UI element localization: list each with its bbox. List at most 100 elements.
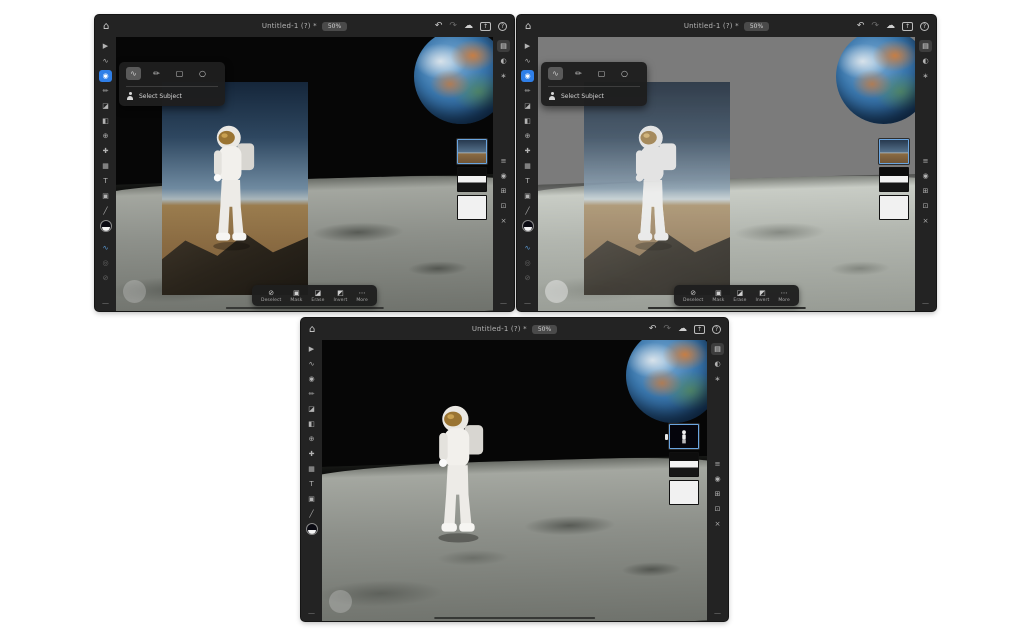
effects-icon[interactable]: ∗ [497,70,510,82]
layer-thumb-mask[interactable] [879,167,909,192]
tool-mode-2-icon[interactable]: ◎ [99,257,112,269]
layer-thumb-cutout[interactable] [669,424,699,449]
share-icon[interactable]: ↑ [480,22,491,31]
brush-tool[interactable]: ✏ [521,85,534,97]
undo-icon[interactable]: ↶ [857,22,865,31]
fill-tool[interactable]: ◧ [305,418,318,430]
healing-tool[interactable]: ✚ [521,145,534,157]
home-icon[interactable]: ⌂ [309,325,315,334]
tool-mode-3-icon[interactable]: ⊘ [521,272,534,284]
cloud-sync-icon[interactable]: ☁ [886,22,895,31]
redo-icon[interactable]: ↷ [663,325,671,334]
rail-handle[interactable]: — [308,609,315,617]
adjustments-icon[interactable]: ◐ [497,55,510,67]
place-image-tool[interactable]: ▣ [305,493,318,505]
visibility-icon[interactable]: ◉ [919,170,932,182]
select-subject-button[interactable]: Select Subject [548,86,640,100]
add-layer-icon[interactable]: ⊞ [711,488,724,500]
share-icon[interactable]: ↑ [694,325,705,334]
type-tool[interactable]: T [305,478,318,490]
canvas[interactable] [322,340,707,621]
more-button[interactable]: ⋯ More [778,289,790,303]
move-tool[interactable]: ▶ [521,40,534,52]
selection-mode-icon[interactable]: ∿ [521,242,534,254]
zoom-badge[interactable]: 50% [744,22,769,31]
layer-thumb-mask[interactable] [669,452,699,477]
layer-thumb-photo[interactable] [879,139,909,164]
layers-panel-icon[interactable]: ▤ [711,343,724,355]
group-layers-icon[interactable]: ⊡ [497,200,510,212]
astronaut-photo-layer[interactable] [162,82,308,295]
deselect-button[interactable]: ⊘ Deselect [683,289,703,303]
touch-shortcut[interactable] [123,280,146,303]
cloud-sync-icon[interactable]: ☁ [464,22,473,31]
eyedropper-tool[interactable]: ╱ [99,205,112,217]
help-icon[interactable]: ? [712,325,721,334]
layer-thumb-mask[interactable] [457,167,487,192]
delete-layer-icon[interactable]: × [711,518,724,530]
lasso-tool[interactable]: ∿ [305,358,318,370]
brush-select-tab[interactable]: ✏ [571,67,586,80]
layer-properties-icon[interactable]: ≡ [919,155,932,167]
ellipse-select-tab[interactable]: ○ [195,67,210,80]
horizontal-scrollbar[interactable] [647,307,805,310]
group-layers-icon[interactable]: ⊡ [919,200,932,212]
layer-thumb-photo[interactable] [457,139,487,164]
select-tool[interactable]: ◉ [99,70,112,82]
undo-icon[interactable]: ↶ [649,325,657,334]
clone-stamp-tool[interactable]: ⊕ [99,130,112,142]
rect-select-tab[interactable]: ▢ [594,67,609,80]
effects-icon[interactable]: ∗ [711,373,724,385]
crop-tool[interactable]: ▦ [305,463,318,475]
rail-handle[interactable]: — [524,299,531,307]
select-subject-button[interactable]: Select Subject [126,86,218,100]
layer-thumb-background[interactable] [457,195,487,220]
place-image-tool[interactable]: ▣ [99,190,112,202]
delete-layer-icon[interactable]: × [497,215,510,227]
zoom-badge[interactable]: 50% [532,325,557,334]
lasso-tool[interactable]: ∿ [521,55,534,67]
tool-mode-2-icon[interactable]: ◎ [521,257,534,269]
lasso-select-tab[interactable]: ∿ [548,67,563,80]
home-icon[interactable]: ⌂ [103,22,109,31]
crop-tool[interactable]: ▦ [99,160,112,172]
fill-tool[interactable]: ◧ [521,115,534,127]
place-image-tool[interactable]: ▣ [521,190,534,202]
redo-icon[interactable]: ↷ [449,22,457,31]
effects-icon[interactable]: ∗ [919,70,932,82]
type-tool[interactable]: T [99,175,112,187]
delete-layer-icon[interactable]: × [919,215,932,227]
clone-stamp-tool[interactable]: ⊕ [521,130,534,142]
adjustments-icon[interactable]: ◐ [711,358,724,370]
eyedropper-tool[interactable]: ╱ [305,508,318,520]
redo-icon[interactable]: ↷ [871,22,879,31]
color-chip[interactable] [306,523,318,535]
select-tool[interactable]: ◉ [305,373,318,385]
eraser-tool[interactable]: ◪ [305,403,318,415]
lasso-select-tab[interactable]: ∿ [126,67,141,80]
zoom-badge[interactable]: 50% [322,22,347,31]
canvas[interactable]: ∿ ✏ ▢ ○ Select Subject ⊘ Deselect [538,37,915,311]
crop-tool[interactable]: ▦ [521,160,534,172]
horizontal-scrollbar[interactable] [225,307,383,310]
canvas[interactable]: ∿ ✏ ▢ ○ Select Subject ⊘ Deselect [116,37,493,311]
rail-handle[interactable]: — [102,299,109,307]
add-layer-icon[interactable]: ⊞ [919,185,932,197]
rail-handle[interactable]: — [714,609,721,617]
color-chip[interactable] [522,220,534,232]
healing-tool[interactable]: ✚ [305,448,318,460]
cloud-sync-icon[interactable]: ☁ [678,325,687,334]
eraser-tool[interactable]: ◪ [99,100,112,112]
eraser-tool[interactable]: ◪ [521,100,534,112]
eyedropper-tool[interactable]: ╱ [521,205,534,217]
selection-mode-icon[interactable]: ∿ [99,242,112,254]
horizontal-scrollbar[interactable] [434,617,596,620]
astronaut-photo-layer[interactable] [584,82,730,295]
erase-button[interactable]: ◪ Erase [733,289,746,303]
layers-panel-icon[interactable]: ▤ [497,40,510,52]
invert-button[interactable]: ◩ Invert [333,289,347,303]
brush-select-tab[interactable]: ✏ [149,67,164,80]
brush-tool[interactable]: ✏ [99,85,112,97]
move-tool[interactable]: ▶ [99,40,112,52]
more-button[interactable]: ⋯ More [356,289,368,303]
